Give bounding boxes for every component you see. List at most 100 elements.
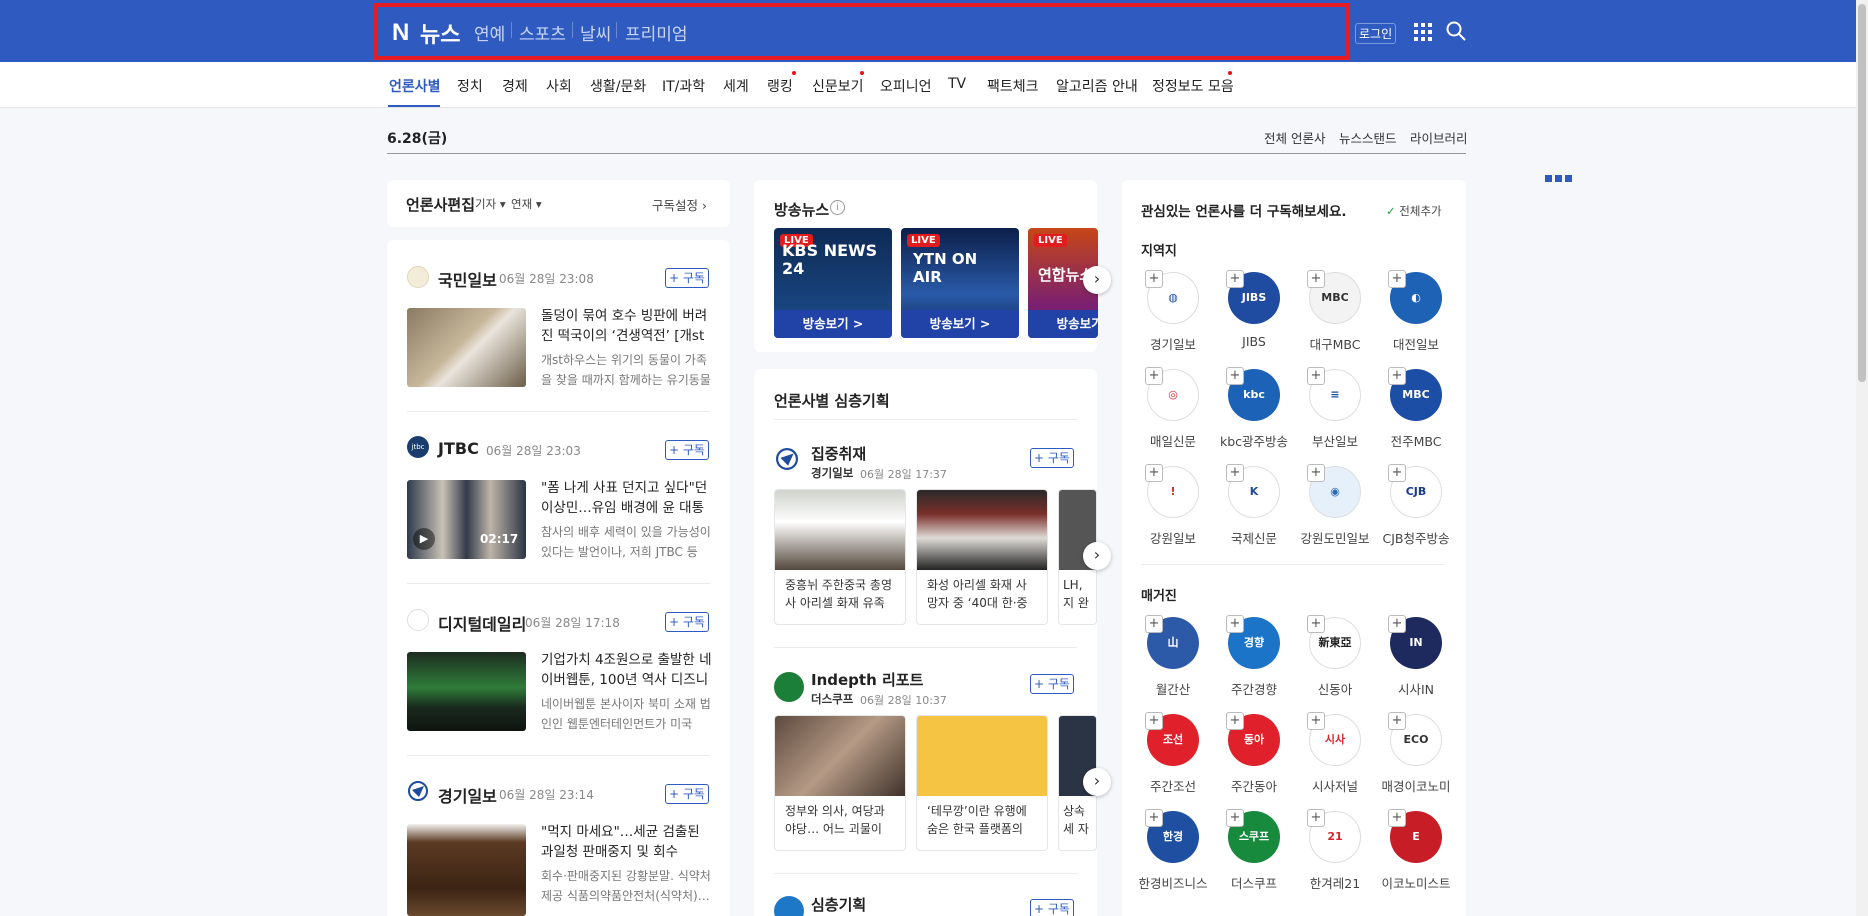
naver-logo[interactable]: N bbox=[392, 19, 409, 47]
link-all-press[interactable]: 전체 언론사 bbox=[1264, 128, 1325, 147]
series-card[interactable]: ‘테무깡’이란 유행에 숨은 한국 플랫폼의 오… bbox=[916, 715, 1048, 851]
plus-icon[interactable]: + bbox=[1307, 270, 1325, 288]
nav-it-science[interactable]: IT/과학 bbox=[662, 76, 705, 96]
series-card[interactable]: 정부와 의사, 여당과 야당… 어느 괴물이 덜 … bbox=[774, 715, 906, 851]
nav-press[interactable]: 언론사별 bbox=[389, 76, 441, 96]
filter-reporter[interactable]: 기자 ▾ bbox=[475, 196, 506, 212]
press-subscribe-name: 주간경향 bbox=[1230, 682, 1277, 697]
scrollbar-thumb[interactable] bbox=[1858, 4, 1866, 382]
plus-icon[interactable]: + bbox=[1226, 367, 1244, 385]
nav-ranking[interactable]: 랭킹 bbox=[767, 76, 793, 96]
link-library[interactable]: 라이브러리 bbox=[1410, 128, 1468, 147]
article-thumbnail[interactable] bbox=[407, 652, 526, 731]
article-title[interactable]: 기업가치 4조원으로 출발한 네이버웹툰, 100년 역사 디즈니 뒤… bbox=[541, 650, 713, 690]
series-card[interactable]: 중흥뉘 주한중국 총영사 아리셀 화재 유족 … bbox=[774, 489, 906, 625]
info-icon[interactable]: i bbox=[830, 200, 845, 215]
plus-icon[interactable]: + bbox=[1307, 367, 1325, 385]
article-title[interactable]: 돌덩이 묶여 호수 빙판에 버려진 떡국이의 ‘견생역전’ [개st하우… bbox=[541, 306, 713, 346]
search-icon[interactable] bbox=[1446, 21, 1466, 41]
next-arrow-icon[interactable]: › bbox=[1083, 266, 1111, 294]
tab-entertainment[interactable]: 연예 bbox=[474, 20, 505, 45]
plus-icon[interactable]: + bbox=[1307, 615, 1325, 633]
series-card[interactable]: 화성 아리셀 화재 사망자 중 ‘40대 한·중 부… bbox=[916, 489, 1048, 625]
login-button[interactable]: 로그인 bbox=[1355, 23, 1397, 44]
nav-economy[interactable]: 경제 bbox=[502, 76, 528, 96]
plus-icon[interactable]: + bbox=[1226, 809, 1244, 827]
nav-life-culture[interactable]: 생활/문화 bbox=[590, 76, 646, 96]
card-image bbox=[775, 716, 905, 796]
plus-icon[interactable]: + bbox=[1226, 712, 1244, 730]
tab-sports[interactable]: 스포츠 bbox=[519, 20, 566, 45]
press-name[interactable]: 디지털데일리 bbox=[438, 611, 526, 635]
plus-icon[interactable]: + bbox=[1388, 367, 1406, 385]
subscribe-button[interactable]: + 구독 bbox=[665, 268, 709, 288]
nav-world[interactable]: 세계 bbox=[723, 76, 749, 96]
channel-name: YTN ON AIR bbox=[913, 250, 978, 286]
subscribe-button[interactable]: + 구독 bbox=[1030, 674, 1074, 694]
nav-tv[interactable]: TV bbox=[948, 76, 966, 92]
kukmin-logo bbox=[407, 266, 429, 288]
nav-society[interactable]: 사회 bbox=[546, 76, 572, 96]
plus-icon[interactable]: + bbox=[1145, 270, 1163, 288]
channel-ytn[interactable]: LIVE YTN ON AIR 방송보기 > bbox=[901, 228, 1019, 338]
nav-algorithm[interactable]: 알고리즘 안내 bbox=[1056, 76, 1138, 96]
plus-icon[interactable]: + bbox=[1388, 809, 1406, 827]
filter-series[interactable]: 연재 ▾ bbox=[511, 196, 542, 212]
plus-icon[interactable]: + bbox=[1388, 615, 1406, 633]
nav-opinion[interactable]: 오피니언 bbox=[880, 76, 932, 96]
nav-factcheck[interactable]: 팩트체크 bbox=[987, 76, 1039, 96]
plus-icon[interactable]: + bbox=[1145, 809, 1163, 827]
press-subscribe-name: 매일신문 bbox=[1149, 434, 1196, 449]
series-name[interactable]: Indepth 리포트 bbox=[811, 669, 923, 690]
series-press: 경기일보 bbox=[811, 466, 854, 480]
next-arrow-icon[interactable]: › bbox=[1083, 542, 1111, 570]
apps-grid-icon[interactable] bbox=[1414, 23, 1432, 41]
plus-icon[interactable]: + bbox=[1226, 464, 1244, 482]
watch-button[interactable]: 방송보기 > bbox=[1028, 310, 1098, 338]
article-thumbnail[interactable] bbox=[407, 308, 526, 387]
watch-button[interactable]: 방송보기 > bbox=[901, 310, 1019, 338]
plus-icon[interactable]: + bbox=[1226, 270, 1244, 288]
plus-icon[interactable]: + bbox=[1307, 464, 1325, 482]
press-name[interactable]: 경기일보 bbox=[438, 783, 497, 807]
play-icon[interactable]: ▶ bbox=[413, 528, 435, 550]
press-name[interactable]: 국민일보 bbox=[438, 267, 497, 291]
plus-icon[interactable]: + bbox=[1307, 809, 1325, 827]
plus-icon[interactable]: + bbox=[1388, 270, 1406, 288]
digitaldaily-logo bbox=[407, 609, 429, 631]
subscribe-button[interactable]: + 구독 bbox=[665, 784, 709, 804]
plus-icon[interactable]: + bbox=[1307, 712, 1325, 730]
tab-weather[interactable]: 날씨 bbox=[580, 20, 611, 45]
tab-premium[interactable]: 프리미엄 bbox=[625, 20, 688, 45]
series-name[interactable]: 심층기획 bbox=[811, 894, 866, 915]
add-all-button[interactable]: ✓ 전체추가 bbox=[1386, 203, 1442, 219]
plus-icon[interactable]: + bbox=[1145, 712, 1163, 730]
nav-newspaper[interactable]: 신문보기 bbox=[812, 76, 864, 96]
watch-button[interactable]: 방송보기 > bbox=[774, 310, 892, 338]
plus-icon[interactable]: + bbox=[1388, 712, 1406, 730]
subscribe-button[interactable]: + 구독 bbox=[1030, 448, 1074, 468]
nav-politics[interactable]: 정치 bbox=[457, 76, 483, 96]
article-title[interactable]: "폼 나게 사표 던지고 싶다"던 이상민…유임 배경에 윤 대통령? bbox=[541, 478, 713, 518]
subscribe-button[interactable]: + 구독 bbox=[1030, 899, 1074, 916]
subscribe-settings-link[interactable]: 구독설정 › bbox=[652, 195, 707, 214]
plus-icon[interactable]: + bbox=[1145, 367, 1163, 385]
news-brand[interactable]: 뉴스 bbox=[420, 17, 460, 49]
press-name[interactable]: JTBC bbox=[438, 439, 479, 458]
subscribe-button[interactable]: + 구독 bbox=[665, 612, 709, 632]
plus-icon[interactable]: + bbox=[1388, 464, 1406, 482]
plus-icon[interactable]: + bbox=[1226, 615, 1244, 633]
subscribe-button[interactable]: + 구독 bbox=[665, 440, 709, 460]
series-time: 06월 28일 10:37 bbox=[860, 694, 947, 707]
article-desc: 참사의 배후 세력이 있을 가능성이 있다는 발언이나, 저희 JTBC 등 … bbox=[541, 525, 711, 559]
article-thumbnail[interactable] bbox=[407, 824, 526, 916]
article-title[interactable]: "먹지 마세요"…세균 검출된 과일청 판매중지 및 회수 bbox=[541, 822, 713, 862]
plus-icon[interactable]: + bbox=[1145, 464, 1163, 482]
link-newsstand[interactable]: 뉴스스탠드 bbox=[1339, 128, 1397, 147]
series-name[interactable]: 집중취재 bbox=[811, 443, 866, 464]
channel-kbs[interactable]: LIVE KBS NEWS 24 방송보기 > bbox=[774, 228, 892, 338]
nav-corrections[interactable]: 정정보도 모음 bbox=[1152, 76, 1234, 96]
more-dots-icon[interactable] bbox=[1545, 175, 1572, 182]
plus-icon[interactable]: + bbox=[1145, 615, 1163, 633]
next-arrow-icon[interactable]: › bbox=[1083, 768, 1111, 796]
